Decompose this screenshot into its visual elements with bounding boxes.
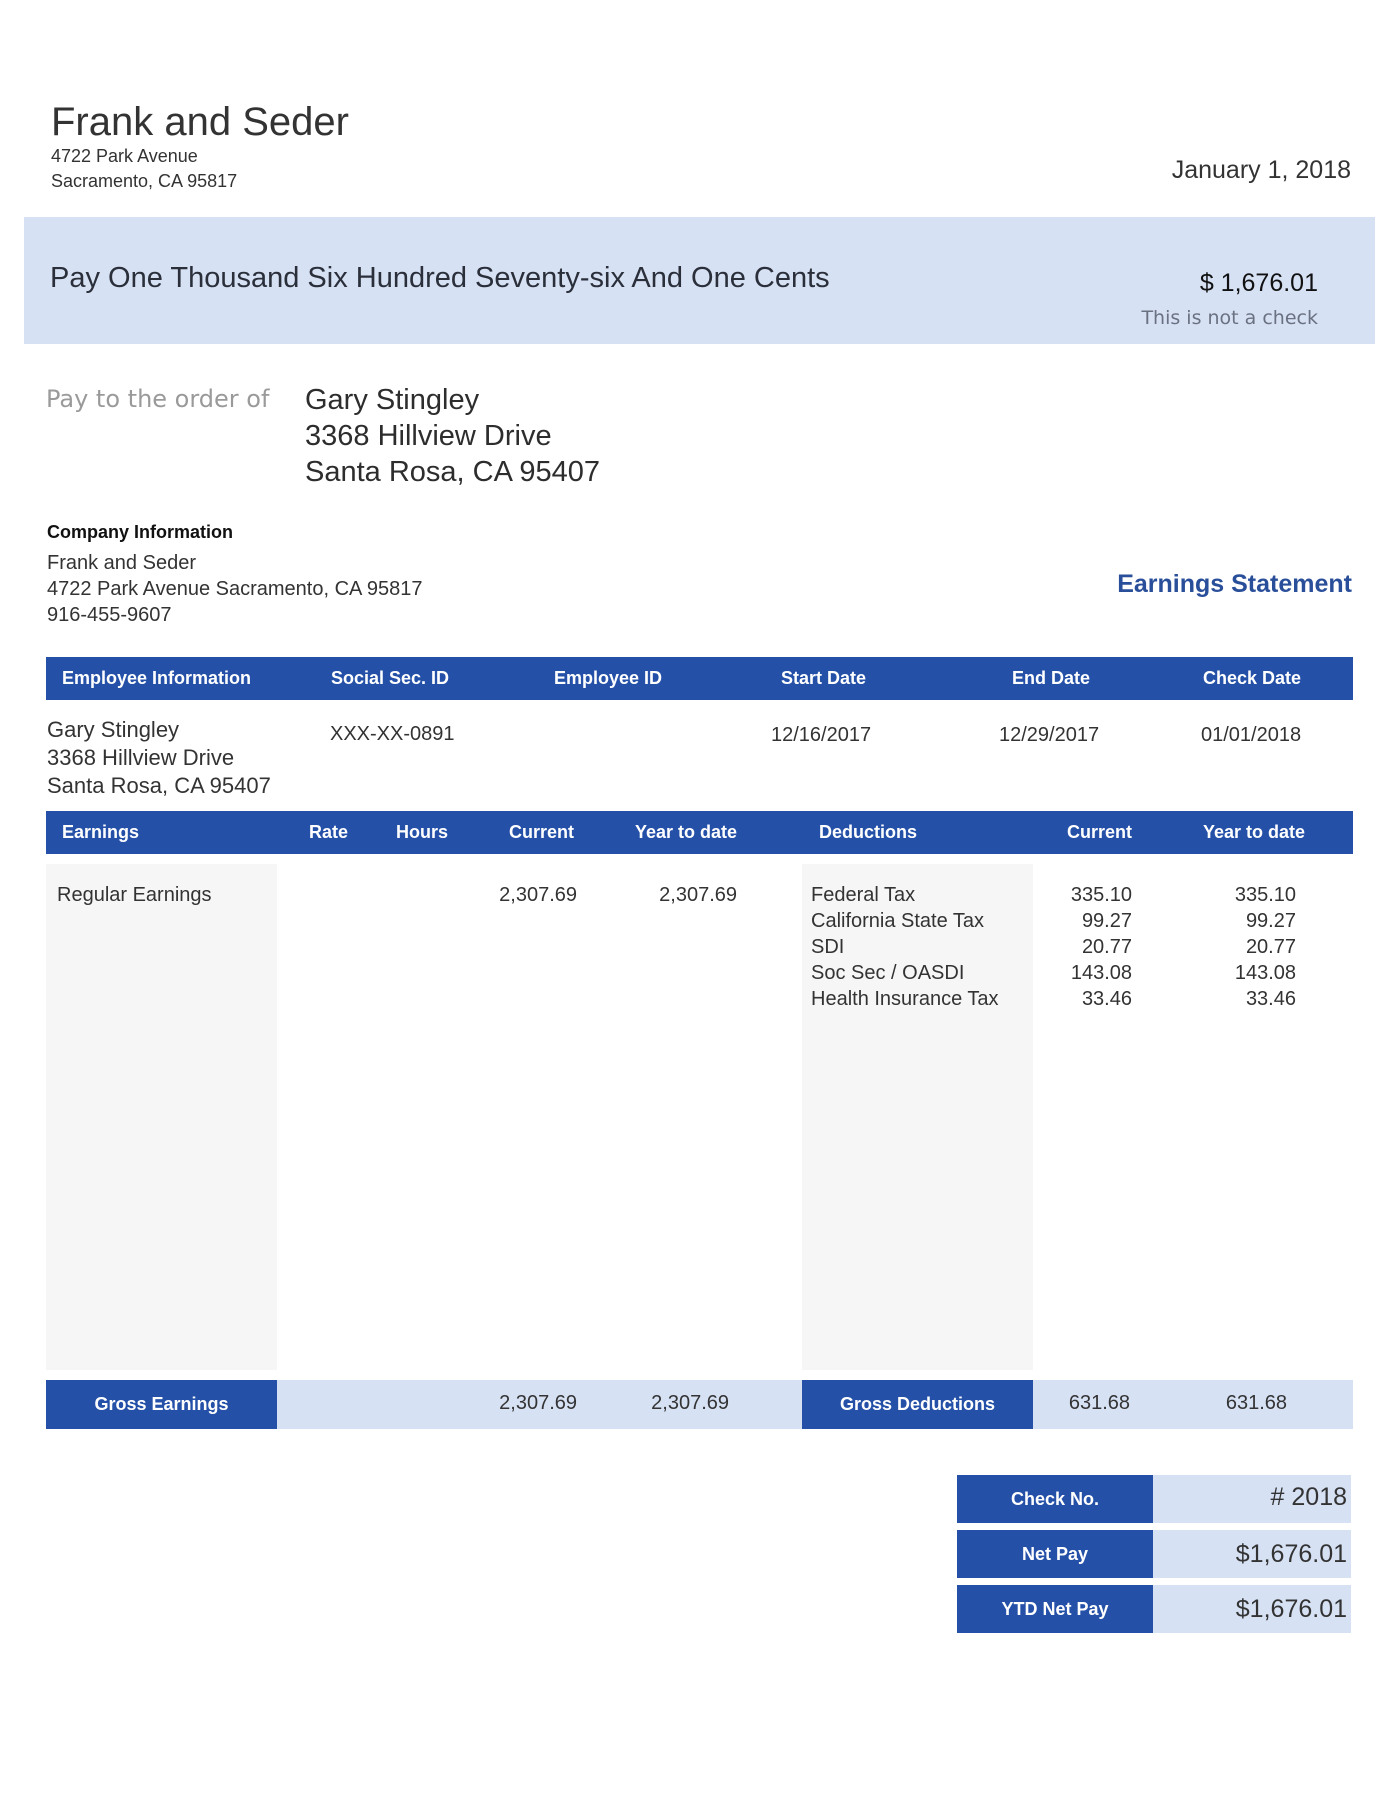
company-name: Frank and Seder xyxy=(51,100,349,144)
deduction-row-current: 20.77 xyxy=(1081,936,1132,958)
employee-ssn: XXX-XX-0891 xyxy=(330,723,455,745)
gross-earnings-current: 2,307.69 xyxy=(499,1392,577,1414)
employee-start-date: 12/16/2017 xyxy=(771,724,872,746)
deduction-row-current: 33.46 xyxy=(1081,988,1132,1010)
header-deductions: Deductions xyxy=(819,822,918,842)
deduction-row-name: Federal Tax xyxy=(811,884,916,906)
gross-deductions-label-cell: Gross Deductions xyxy=(802,1380,1033,1429)
company-info-name: Frank and Seder xyxy=(47,552,196,574)
deduction-row-name: SDI xyxy=(811,936,845,958)
deduction-row-ytd: 20.77 xyxy=(1245,936,1296,958)
deduction-row-name: California State Tax xyxy=(811,910,985,932)
amount-in-words: Pay One Thousand Six Hundred Seventy-six… xyxy=(50,262,830,294)
deduction-row-current: 99.27 xyxy=(1081,910,1132,932)
header-hours: Hours xyxy=(396,822,449,842)
deduction-row-current: 143.08 xyxy=(1070,962,1132,984)
header-earnings: Earnings xyxy=(62,822,140,842)
deduction-row-ytd: 143.08 xyxy=(1234,962,1296,984)
header-check-date: Check Date xyxy=(1203,668,1302,688)
header-end-date: End Date xyxy=(1012,668,1091,688)
gross-earnings-label: Gross Earnings xyxy=(94,1394,229,1414)
gross-earnings-label-cell: Gross Earnings xyxy=(46,1380,277,1429)
check-no-value: # 2018 xyxy=(1153,1475,1351,1523)
header-start-date: Start Date xyxy=(781,668,867,688)
net-pay-value: $1,676.01 xyxy=(1153,1530,1351,1578)
payee-address-line1: 3368 Hillview Drive xyxy=(305,420,552,452)
deduction-row-ytd: 33.46 xyxy=(1245,988,1296,1010)
deduction-row-name: Health Insurance Tax xyxy=(811,988,999,1010)
gross-deductions-current: 631.68 xyxy=(1068,1392,1130,1414)
header-deductions-current: Current xyxy=(1067,822,1133,842)
header-earnings-ytd: Year to date xyxy=(635,822,738,842)
employee-end-date: 12/29/2017 xyxy=(999,724,1100,746)
pay-to-order-label: Pay to the order of xyxy=(46,385,270,413)
earnings-row-current: 2,307.69 xyxy=(499,884,577,906)
employee-address-line1: 3368 Hillview Drive xyxy=(47,745,235,770)
header-social-sec-id: Social Sec. ID xyxy=(331,668,450,688)
ytd-net-pay-label: YTD Net Pay xyxy=(957,1585,1153,1633)
employee-address-line2: Santa Rosa, CA 95407 xyxy=(47,773,271,798)
company-info-heading: Company Information xyxy=(47,522,234,542)
not-a-check-notice: This is not a check xyxy=(1141,307,1318,329)
company-info-address: 4722 Park Avenue Sacramento, CA 95817 xyxy=(47,578,423,600)
deduction-row-ytd: 99.27 xyxy=(1245,910,1296,932)
company-address-line1: 4722 Park Avenue xyxy=(51,146,198,166)
check-amount: $ 1,676.01 xyxy=(1199,269,1318,297)
employee-check-date: 01/01/2018 xyxy=(1201,724,1302,746)
deduction-row-ytd: 335.10 xyxy=(1234,884,1296,906)
gross-earnings-ytd: 2,307.69 xyxy=(651,1392,729,1414)
net-pay-label: Net Pay xyxy=(957,1530,1153,1578)
header-employee-information: Employee Information xyxy=(62,668,252,688)
payee-address-line2: Santa Rosa, CA 95407 xyxy=(305,456,601,488)
header-rate: Rate xyxy=(309,822,349,842)
earnings-deductions-header: Earnings Rate Hours Current Year to date… xyxy=(46,811,1353,854)
gross-deductions-label: Gross Deductions xyxy=(839,1394,996,1414)
gross-deductions-ytd: 631.68 xyxy=(1225,1392,1287,1414)
header-deductions-ytd: Year to date xyxy=(1203,822,1306,842)
deduction-row-current: 335.10 xyxy=(1070,884,1132,906)
statement-date: January 1, 2018 xyxy=(1171,156,1351,184)
ytd-net-pay-value: $1,676.01 xyxy=(1153,1585,1351,1633)
check-no-label: Check No. xyxy=(957,1475,1153,1523)
earnings-statement-title: Earnings Statement xyxy=(1117,570,1352,598)
company-address-line2: Sacramento, CA 95817 xyxy=(51,171,238,191)
company-info-phone: 916-455-9607 xyxy=(47,604,172,626)
employee-name: Gary Stingley xyxy=(47,717,180,742)
header-employee-id: Employee ID xyxy=(554,668,663,688)
header-earnings-current: Current xyxy=(509,822,575,842)
earnings-row-name: Regular Earnings xyxy=(57,884,212,906)
earnings-label-column xyxy=(46,864,277,1370)
payee-name: Gary Stingley xyxy=(305,384,480,416)
earnings-row-ytd: 2,307.69 xyxy=(659,884,737,906)
deduction-row-name: Soc Sec / OASDI xyxy=(811,962,965,984)
employee-table-header: Employee Information Social Sec. ID Empl… xyxy=(46,657,1353,700)
